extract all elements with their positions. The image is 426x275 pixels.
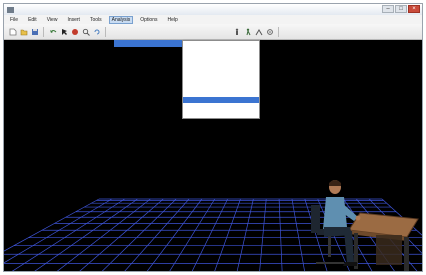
dropdown-item-selected[interactable] [183, 96, 259, 104]
menu-help[interactable]: Help [166, 17, 180, 23]
undo-icon[interactable] [48, 27, 57, 36]
rotate-icon[interactable] [92, 27, 101, 36]
menu-insert[interactable]: Insert [65, 17, 82, 23]
dropdown-item[interactable] [183, 117, 259, 124]
dropdown-item[interactable] [183, 110, 259, 117]
toolbar-separator [278, 26, 279, 37]
open-icon[interactable] [19, 27, 28, 36]
toolbar [4, 24, 422, 40]
dropdown-item[interactable] [183, 50, 259, 57]
menu-tools[interactable]: Tools [88, 17, 104, 23]
zoom-icon[interactable] [81, 27, 90, 36]
new-icon[interactable] [8, 27, 17, 36]
menu-analysis[interactable]: Analysis [108, 15, 134, 24]
dropdown-item[interactable] [183, 103, 259, 110]
dropdown-item[interactable] [183, 76, 259, 83]
save-icon[interactable] [30, 27, 39, 36]
dropdown-item[interactable] [183, 83, 259, 90]
settings-icon[interactable] [265, 27, 274, 36]
menu-options[interactable]: Options [138, 17, 159, 23]
dropdown-item[interactable] [183, 63, 259, 70]
dropdown-item[interactable] [183, 56, 259, 63]
close-button[interactable]: × [408, 5, 420, 13]
submenu-highlight[interactable] [114, 40, 188, 47]
title-bar: – □ × [4, 4, 422, 15]
minimize-button[interactable]: – [382, 5, 394, 13]
menu-view[interactable]: View [45, 17, 60, 23]
dropdown-item[interactable] [183, 70, 259, 77]
app-window: – □ × File Edit View Insert Tools Analys… [3, 3, 423, 272]
app-icon [7, 6, 14, 13]
window-controls: – □ × [382, 5, 420, 13]
toolbar-separator [43, 26, 44, 37]
dropdown-item[interactable] [183, 90, 259, 97]
menu-edit[interactable]: Edit [26, 17, 39, 23]
dropdown-item[interactable] [183, 43, 259, 50]
menu-bar: File Edit View Insert Tools Analysis Opt… [4, 15, 422, 24]
dropdown-menu [182, 40, 260, 119]
menu-file[interactable]: File [8, 17, 20, 23]
toolbar-separator [105, 26, 106, 37]
dropdown-item[interactable] [183, 123, 259, 130]
maximize-button[interactable]: □ [395, 5, 407, 13]
select-icon[interactable] [59, 27, 68, 36]
lift-icon[interactable] [254, 27, 263, 36]
human-icon[interactable] [232, 27, 241, 36]
pan-icon[interactable] [70, 27, 79, 36]
walk-icon[interactable] [243, 27, 252, 36]
